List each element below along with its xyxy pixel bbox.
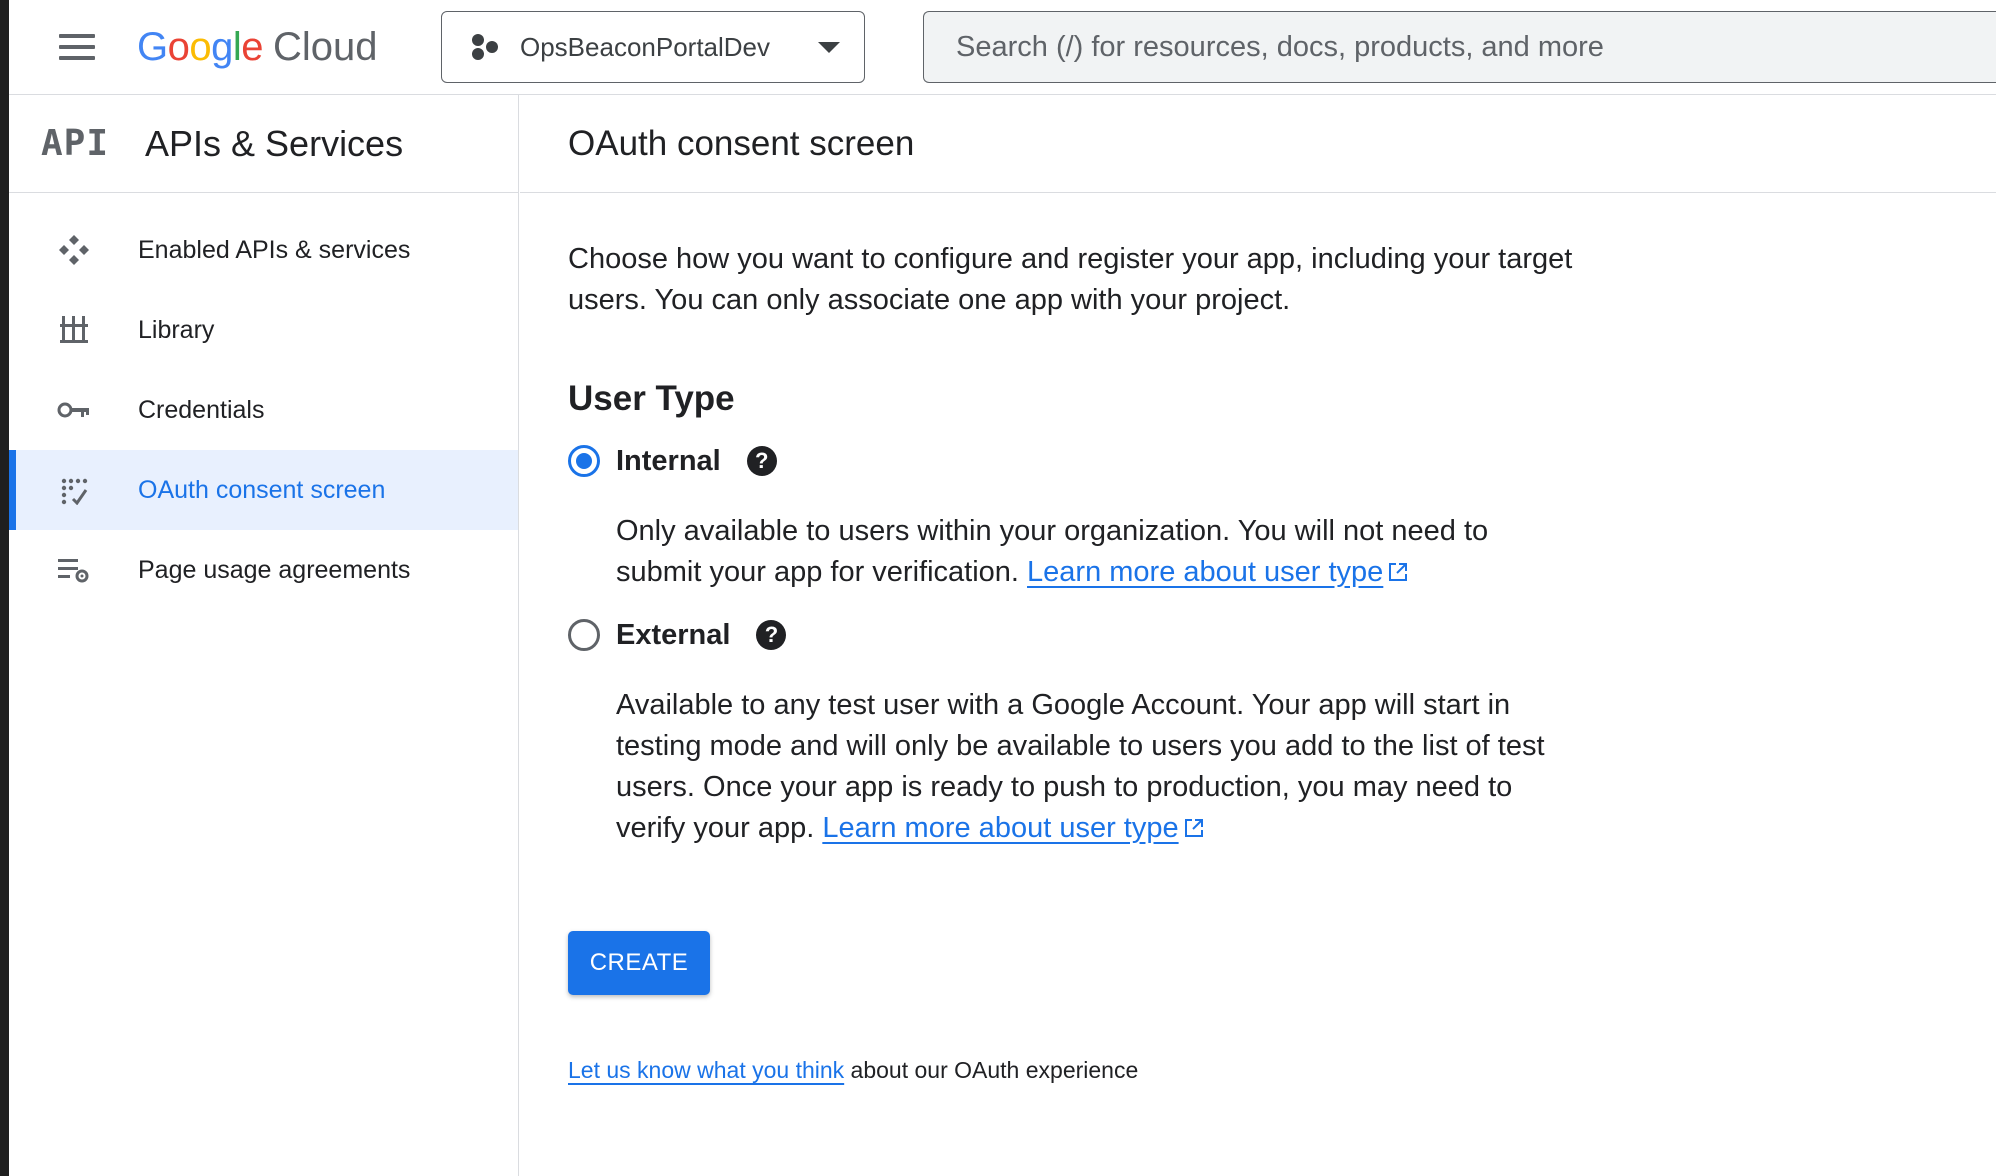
feedback-suffix: about our OAuth experience (844, 1057, 1139, 1083)
project-icon (470, 32, 500, 62)
internal-description: Only available to users within your orga… (616, 511, 1580, 593)
internal-learn-more-link[interactable]: Learn more about user type (1027, 556, 1383, 588)
sidebar-title: APIs & Services (145, 122, 404, 164)
sidebar-header: API APIs & Services (9, 95, 518, 193)
chevron-down-icon (818, 41, 840, 53)
project-name: OpsBeaconPortalDev (520, 31, 771, 62)
api-logo-icon: API (41, 123, 110, 164)
sidebar-item-label: Enabled APIs & services (138, 235, 411, 264)
search-bar[interactable] (923, 11, 1996, 83)
sidebar-item-label: Credentials (138, 395, 265, 424)
external-link-icon (1184, 819, 1203, 837)
sidebar-item-label: OAuth consent screen (138, 475, 386, 504)
sidebar-item-credentials[interactable]: Credentials (9, 370, 518, 450)
user-type-heading: User Type (568, 379, 735, 418)
internal-radio[interactable] (568, 445, 600, 477)
page-title: OAuth consent screen (568, 123, 915, 163)
external-learn-more-link[interactable]: Learn more about user type (822, 812, 1178, 844)
project-picker[interactable]: OpsBeaconPortalDev (441, 11, 865, 83)
page: Google Cloud OpsBeaconPortalDev API APIs… (0, 0, 1996, 1176)
sidebar-item-label: Library (138, 315, 215, 344)
internal-label[interactable]: Internal (616, 445, 721, 478)
sidebar-item-label: Page usage agreements (138, 555, 411, 584)
intro-text: Choose how you want to configure and reg… (568, 243, 1573, 316)
sidebar: API APIs & Services Enabled APIs & servi… (9, 95, 519, 1176)
sidebar-item-oauth-consent-screen[interactable]: OAuth consent screen (9, 450, 518, 530)
sidebar-item-enabled-apis[interactable]: Enabled APIs & services (9, 210, 518, 290)
google-cloud-logo[interactable]: Google Cloud (137, 22, 378, 72)
external-description: Available to any test user with a Google… (616, 685, 1580, 849)
sidebar-item-page-usage-agreements[interactable]: Page usage agreements (9, 530, 518, 610)
enabled-apis-icon (54, 230, 94, 270)
top-bar: Google Cloud OpsBeaconPortalDev (9, 0, 1996, 95)
library-icon (54, 310, 94, 350)
external-option[interactable]: External ? (568, 615, 1580, 655)
page-usage-icon (54, 550, 94, 590)
window-edge (0, 0, 9, 1176)
internal-help-icon[interactable]: ? (746, 446, 777, 476)
cloud-wordmark: Cloud (273, 24, 378, 69)
external-link-icon (1389, 563, 1408, 581)
main-header: OAuth consent screen (520, 95, 1996, 193)
sidebar-item-library[interactable]: Library (9, 290, 518, 370)
external-radio[interactable] (568, 619, 600, 651)
sidebar-nav: Enabled APIs & services Library Credenti… (9, 193, 518, 610)
consent-form: Choose how you want to configure and reg… (520, 193, 1580, 1084)
internal-option[interactable]: Internal ? (568, 441, 1580, 481)
google-wordmark: Google (137, 24, 264, 69)
oauth-consent-icon (54, 470, 94, 510)
external-help-icon[interactable]: ? (756, 620, 787, 650)
main-menu-button[interactable] (57, 30, 97, 64)
search-input[interactable] (956, 30, 1996, 64)
main-content: OAuth consent screen Choose how you want… (520, 95, 1996, 1176)
feedback-text: Let us know what you think about our OAu… (568, 1057, 1580, 1084)
create-button[interactable]: CREATE (568, 931, 710, 995)
feedback-link[interactable]: Let us know what you think (568, 1057, 844, 1083)
key-icon (54, 390, 94, 430)
external-label[interactable]: External (616, 619, 730, 652)
